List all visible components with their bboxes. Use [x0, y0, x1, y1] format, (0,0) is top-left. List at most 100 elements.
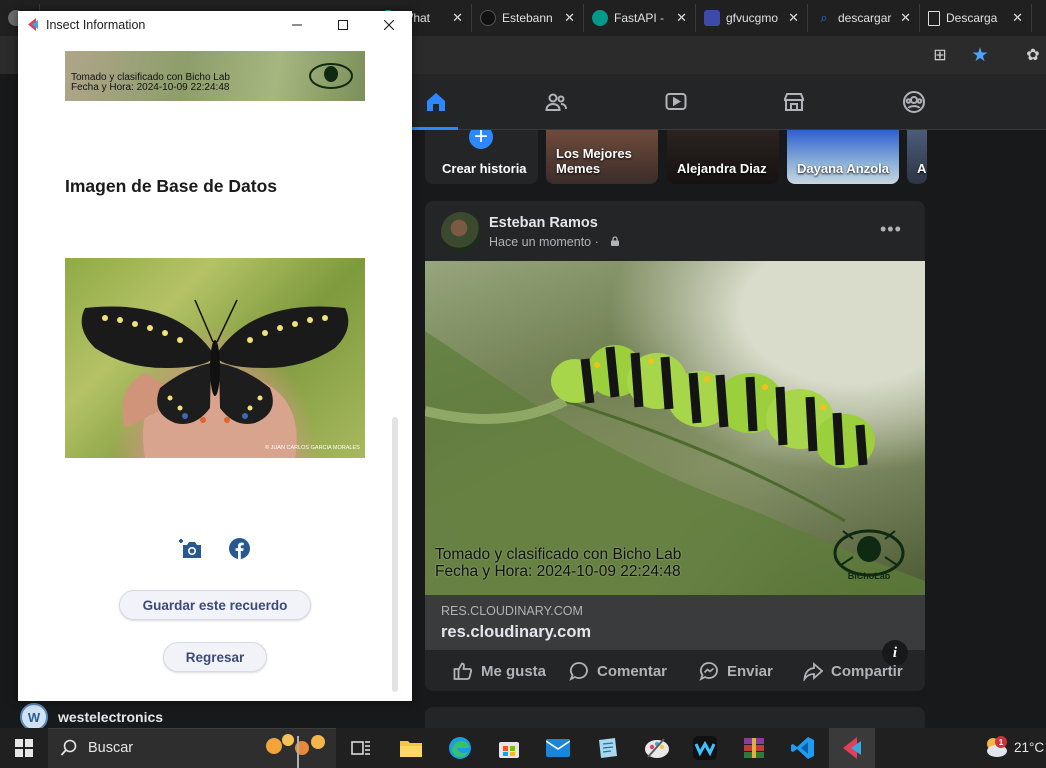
story-label: Los Mejores Memes: [556, 146, 632, 176]
task-view-icon[interactable]: [347, 734, 375, 762]
watch-icon[interactable]: [662, 88, 690, 116]
tab-title: FastAPI -: [614, 11, 665, 25]
tab-close-icon[interactable]: ✕: [900, 10, 911, 26]
link-domain: RES.CLOUDINARY.COM: [441, 604, 583, 618]
minimize-icon[interactable]: [274, 11, 320, 39]
suggestion-name[interactable]: westelectronics: [58, 709, 163, 725]
app-logo-icon: [28, 18, 38, 31]
marketplace-icon[interactable]: [780, 88, 808, 116]
temperature[interactable]: 21°C: [1014, 740, 1044, 755]
insect-info-window: Insect Information Tomado y clasificado …: [18, 11, 412, 701]
tab-close-icon[interactable]: ✕: [564, 10, 575, 26]
post-author[interactable]: Esteban Ramos: [489, 215, 598, 231]
search-icon: [60, 739, 77, 756]
browser-tab-download[interactable]: Descarga ✕: [920, 4, 1032, 32]
link-title: res.cloudinary.com: [441, 623, 592, 641]
groups-icon[interactable]: [900, 88, 928, 116]
story-memes[interactable]: Los Mejores Memes: [546, 130, 658, 184]
like-label: Me gusta: [481, 662, 547, 680]
webex-icon[interactable]: [691, 734, 719, 762]
extensions-icon[interactable]: ✿: [1022, 44, 1044, 66]
send-label: Enviar: [727, 662, 773, 680]
story-label: Alejandra Diaz: [677, 161, 767, 176]
share-button[interactable]: Compartir: [803, 658, 903, 684]
close-icon[interactable]: [366, 11, 412, 39]
search-placeholder: Buscar: [88, 740, 134, 756]
thumbs-up-icon: [453, 662, 473, 680]
browser-tab-drive[interactable]: gfvucgmo ✕: [696, 4, 808, 32]
tab-close-icon[interactable]: ✕: [1012, 10, 1023, 26]
plus-icon[interactable]: +: [466, 130, 496, 152]
facebook-share-icon[interactable]: [229, 538, 250, 559]
photo-credit: © JUAN CARLOS GARCIA MORALES: [265, 445, 360, 451]
classified-photo-banner: Tomado y clasificado con Bicho Lab Fecha…: [65, 51, 365, 101]
butterfly-illustration: [81, 299, 349, 458]
friends-icon[interactable]: [542, 88, 570, 116]
github-icon: [480, 10, 496, 26]
file-explorer-icon[interactable]: [397, 734, 425, 762]
windows-start-icon[interactable]: [10, 734, 38, 762]
story-next[interactable]: A: [907, 130, 927, 184]
lock-icon: [611, 236, 619, 246]
cloud-drive-icon: [704, 10, 720, 26]
vscode-icon[interactable]: [789, 734, 817, 762]
browser-tab-github[interactable]: Estebann ✕: [472, 4, 584, 32]
save-memory-button[interactable]: Guardar este recuerdo: [119, 590, 311, 620]
send-button[interactable]: Enviar: [699, 658, 773, 684]
bicholab-watermark: [309, 63, 353, 89]
link-preview[interactable]: RES.CLOUDINARY.COM res.cloudinary.com: [425, 595, 925, 650]
watermark-text: BiChoLab: [848, 571, 891, 581]
favorite-star-icon[interactable]: ★: [969, 44, 991, 66]
tab-title: descargar: [838, 11, 892, 25]
insect-app-taskbar-icon[interactable]: [838, 734, 866, 762]
back-button[interactable]: Regresar: [163, 642, 267, 672]
edge-browser-icon[interactable]: [446, 734, 474, 762]
banner-caption-line2: Fecha y Hora: 2024-10-09 22:24:48: [71, 82, 230, 93]
avatar[interactable]: [441, 212, 481, 252]
photo-caption-line1: Tomado y clasificado con Bicho Lab: [435, 546, 682, 563]
messenger-icon: [699, 662, 718, 681]
home-icon[interactable]: [422, 88, 450, 116]
add-photo-camera-icon[interactable]: [178, 537, 202, 559]
story-dayana[interactable]: Dayana Anzola: [787, 130, 899, 184]
tab-close-icon[interactable]: ✕: [452, 10, 463, 26]
mail-icon[interactable]: [544, 734, 572, 762]
more-options-icon[interactable]: •••: [880, 219, 902, 240]
caterpillar-illustration: BiChoLab: [425, 331, 925, 595]
tab-title: gfvucgmo: [726, 11, 779, 25]
scrollbar-thumb[interactable]: [392, 417, 398, 692]
tab-close-icon[interactable]: ✕: [788, 10, 799, 26]
share-label: Compartir: [831, 662, 903, 680]
story-label: Crear historia: [442, 161, 527, 176]
story-create[interactable]: + Crear historia: [425, 130, 538, 184]
story-label: A: [917, 161, 927, 176]
paint-app-icon[interactable]: [643, 734, 671, 762]
winrar-icon[interactable]: [740, 734, 768, 762]
photo-caption-line2: Fecha y Hora: 2024-10-09 22:24:48: [435, 563, 681, 580]
window-title: Insect Information: [46, 18, 146, 32]
comment-icon: [569, 662, 588, 681]
browser-tab-search[interactable]: ⌕ descargar ✕: [808, 4, 920, 32]
facebook-nav-bar: [412, 74, 1046, 130]
avatar[interactable]: W: [20, 703, 48, 731]
browser-tab-fastapi[interactable]: FastAPI - ✕: [584, 4, 696, 32]
share-icon: [803, 662, 823, 681]
notes-app-icon[interactable]: [593, 734, 621, 762]
microsoft-store-icon[interactable]: [495, 734, 523, 762]
facebook-post: Esteban Ramos Hace un momento · ••• BiCh…: [425, 201, 925, 691]
split-screen-icon[interactable]: ⊞: [929, 44, 951, 66]
like-button[interactable]: Me gusta: [453, 658, 546, 684]
autumn-leaves-icon: [266, 734, 325, 768]
search-icon: ⌕: [820, 10, 828, 25]
story-alejandra[interactable]: Alejandra Diaz: [667, 130, 779, 184]
window-titlebar[interactable]: Insect Information: [18, 11, 412, 39]
story-label: Dayana Anzola: [797, 161, 889, 176]
maximize-icon[interactable]: [320, 11, 366, 39]
comment-button[interactable]: Comentar: [569, 658, 667, 684]
database-photo[interactable]: © JUAN CARLOS GARCIA MORALES: [65, 258, 365, 458]
tab-close-icon[interactable]: ✕: [676, 10, 687, 26]
tab-title: Estebann: [502, 11, 553, 25]
page-title: Imagen de Base de Datos: [65, 176, 278, 196]
post-timestamp[interactable]: Hace un momento ·: [489, 235, 599, 249]
post-photo[interactable]: BiChoLab Tomado y clasificado con Bicho …: [425, 261, 925, 595]
